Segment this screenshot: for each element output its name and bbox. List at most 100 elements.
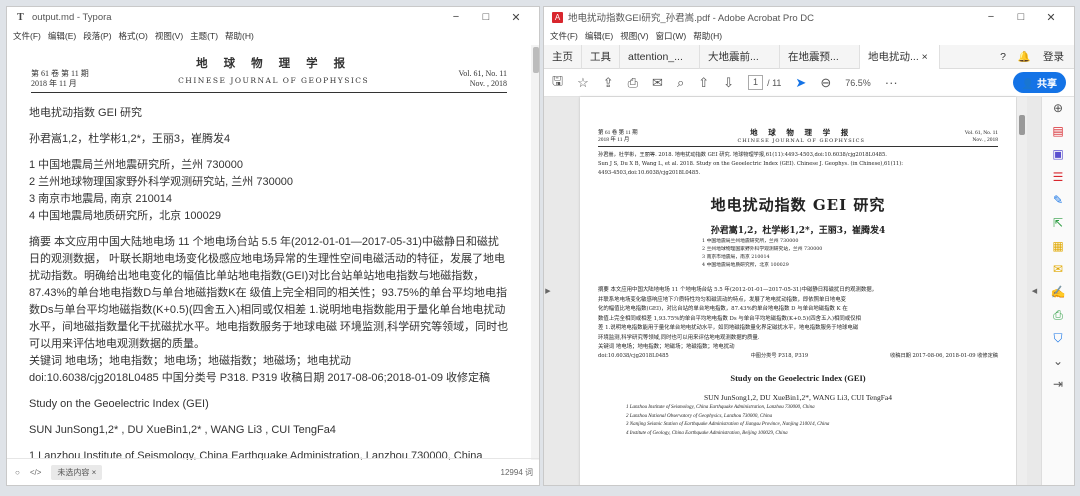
select-cursor-icon[interactable]: ➤ [795,75,806,91]
tab-document-active[interactable]: 地电扰动... × [860,44,940,69]
menu-bar: 文件(F) 编辑(E) 段落(P) 格式(O) 视图(V) 主题(T) 帮助(H… [7,27,539,45]
minimize-button[interactable]: − [976,11,1006,24]
minimize-button[interactable]: − [441,11,471,24]
pdf-received: 收稿日期 2017-08-06, 2018-01-09 收修定稿 [890,353,998,359]
menu-window[interactable]: 窗口(W) [656,30,687,42]
zoom-out-icon[interactable]: ⊖ [820,75,831,91]
affiliation-line: 1 中国地震局兰州地震研究所，兰州 730000 [29,159,243,171]
typora-logo-icon: T [17,11,24,23]
source-code-toggle-icon[interactable]: </> [30,468,42,477]
protect-icon[interactable]: ⛉ [1042,327,1074,350]
menu-paragraph[interactable]: 段落(P) [83,30,111,42]
menu-theme[interactable]: 主题(T) [190,30,218,42]
pdf-page[interactable]: 第 61 卷 第 11 期 2018 年 11 月 地 球 物 理 学 报 CH… [580,97,1016,485]
pdf-abstract: 摘要 本文应用中国大陆地电场 11 个地电场台站 5.5 年(2012-01-0… [598,286,998,343]
page-up-icon[interactable]: ⇧ [698,75,709,91]
menu-view[interactable]: 视图(V) [620,30,648,42]
menu-format[interactable]: 格式(O) [119,30,148,42]
left-panel-toggle-icon[interactable]: ▶ [544,97,552,485]
page-down-icon[interactable]: ⇩ [723,75,734,91]
tab-document[interactable]: 在地震预... [780,44,860,69]
help-icon[interactable]: ? [1000,51,1006,63]
share-button[interactable]: 👤 共享 [1012,72,1066,93]
pdf-citation-en: Sun J S, Du X B, Wang L, et al. 2018. St… [598,161,903,167]
menu-help[interactable]: 帮助(H) [225,30,254,42]
fill-sign-icon[interactable]: ✍ [1042,281,1074,304]
search-icon[interactable]: ⌕ [677,75,684,91]
pdf-affiliation-en-line: 1 Lanzhou Institute of Seismology, China… [626,405,815,410]
scan-ocr-icon[interactable]: ▦ [1042,235,1074,258]
email-icon[interactable]: ✉ [652,75,663,91]
tab-document[interactable]: 大地震前... [700,44,780,69]
journal-vol-en: Vol. 61, No. 11 [458,69,507,78]
menu-file[interactable]: 文件(F) [550,30,578,42]
selection-status-badge[interactable]: 未选内容 × [51,464,103,480]
maximize-button[interactable]: □ [1006,11,1036,24]
document-scrollbar[interactable] [1017,97,1027,485]
share-label: 共享 [1037,79,1057,90]
page-number-input[interactable]: 1 [748,75,764,90]
affiliation-line: 4 中国地震局地质研究所，北京 100029 [29,210,221,222]
notification-bell-icon[interactable]: 🔔 [1018,50,1031,63]
affiliation-line: 3 南京市地震局, 南京 210014 [29,193,173,205]
menu-view[interactable]: 视图(V) [155,30,183,42]
menu-edit[interactable]: 编辑(E) [48,30,76,42]
zoom-tool-icon[interactable]: ⊕ [1042,97,1074,120]
page-navigator: 1 / 11 [748,75,781,90]
close-button[interactable]: ✕ [1036,11,1066,24]
menu-bar: 文件(F) 编辑(E) 视图(V) 窗口(W) 帮助(H) [544,27,1074,45]
pdf-affiliations: 1 中国地震局兰州地震研究所，兰州 730000 2 兰州地球物理国家野外科学观… [702,238,998,270]
comment-icon[interactable]: ✉ [1042,258,1074,281]
pdf-affiliation-line: 4 中国地震局地质研究所，北京 100029 [702,263,789,268]
menu-help[interactable]: 帮助(H) [693,30,722,42]
save-icon[interactable]: 🖫 [552,72,563,94]
combine-files-icon[interactable]: ▣ [1042,143,1074,166]
pdf-affiliations-en: 1 Lanzhou Institute of Seismology, China… [626,404,998,438]
scrollbar-thumb[interactable] [533,47,539,73]
outline-toggle-icon[interactable]: ○ [15,468,20,477]
edit-pdf-icon[interactable]: ✎ [1042,189,1074,212]
pdf-abstract-line: 并联系地电场变化敏感响应地下介质特性均匀和磁流动的特点，发展了地电扰动指数，即依… [598,296,846,303]
menu-edit[interactable]: 编辑(E) [585,30,613,42]
zoom-level[interactable]: 76.5% [845,78,871,88]
right-panel-toggle-icon[interactable]: ◀ [1029,97,1040,485]
menu-file[interactable]: 文件(F) [13,30,41,42]
more-options-icon[interactable]: ··· [885,75,898,90]
maximize-button[interactable]: □ [471,11,501,24]
typora-window: T output.md - Typora − □ ✕ 文件(F) 编辑(E) 段… [6,6,540,486]
bookmark-star-icon[interactable]: ☆ [577,75,589,91]
window-title: 地电扰动指数GEI研究_孙君嵩.pdf - Adobe Acrobat Pro … [568,13,815,24]
pdf-journal-header: 第 61 卷 第 11 期 2018 年 11 月 地 球 物 理 学 报 CH… [598,127,998,147]
print-icon[interactable]: ⎙ [628,75,638,91]
upload-icon[interactable]: ⇪ [603,75,614,91]
pdf-meta: doi:10.6038/cjg2018L0485 中图分类号 P318, P31… [598,352,998,361]
login-button[interactable]: 登录 [1043,49,1064,64]
create-pdf-icon[interactable]: ▤ [1042,120,1074,143]
editor-document[interactable]: 第 61 卷 第 11 期 2018 年 11 月 地 球 物 理 学 报 CH… [7,45,531,460]
print-production-icon[interactable]: ⎙ [1042,304,1074,327]
pdf-doi: doi:10.6038/cjg2018L0485 [598,353,669,359]
tools-pane: ⊕ ▤ ▣ ☰ ✎ ⇱ ▦ ✉ ✍ ⎙ ⛉ ⌄ ⇥ [1041,97,1074,485]
journal-date-en: Nov. , 2018 [469,79,507,88]
editor-scrollbar[interactable] [531,45,539,460]
pdf-authors: 孙君嵩1,2，杜学彬1,2*，王丽3，崔腾发4 [710,226,886,236]
tab-home[interactable]: 主页 [544,44,582,69]
pdf-authors-en: SUN JunSong1,2, DU XueBin1,2*, WANG Li3,… [704,393,892,402]
pdf-affiliation-line: 1 中国地震局兰州地震研究所，兰州 730000 [702,239,799,244]
tab-tools[interactable]: 工具 [582,44,620,69]
word-count[interactable]: 12994 词 [501,467,533,478]
collapse-pane-icon[interactable]: ⇥ [1042,373,1074,396]
pdf-affiliation-line: 3 南京市地震局，南京 210014 [702,255,770,260]
export-pdf-icon[interactable]: ⇱ [1042,212,1074,235]
pdf-title: 地电扰动指数 GEI 研究 [710,196,886,214]
pdf-keywords: 关键词 地电场；地电指数；地磁场；地磁指数；地电扰动 [598,344,735,350]
close-button[interactable]: ✕ [501,11,531,24]
tab-bar: 主页 工具 attention_... 大地震前... 在地震预... 地电扰动… [544,44,1074,69]
pdf-clc: 中图分类号 P318, P319 [750,353,809,359]
organize-pages-icon[interactable]: ☰ [1042,166,1074,189]
expand-tools-icon[interactable]: ⌄ [1042,350,1074,373]
pdf-journal-vol-en: Vol. 61, No. 11 [964,130,998,136]
tab-document[interactable]: attention_... [620,44,700,69]
scrollbar-thumb[interactable] [1019,115,1025,135]
pdf-journal-date-en: Nov. , 2018 [972,137,998,143]
